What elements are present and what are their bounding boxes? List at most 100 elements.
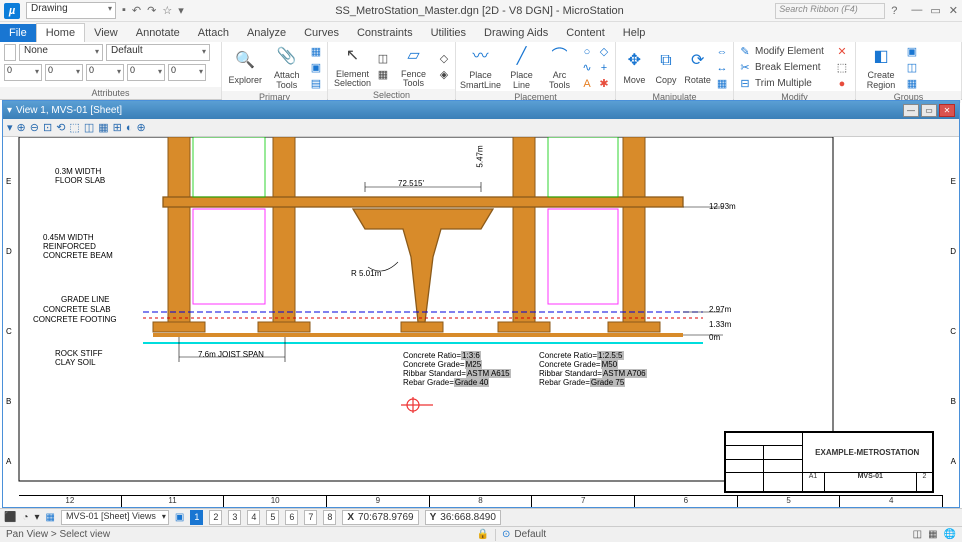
drawing-canvas[interactable]: E D C B A E D C B A 0.3M WIDTH FLOOR SLA… <box>3 137 959 507</box>
arc-button[interactable]: ⌒Arc Tools <box>542 45 577 90</box>
md3[interactable]: ● <box>835 76 849 91</box>
tab-drawingaids[interactable]: Drawing Aids <box>475 24 557 42</box>
attach-tools-button[interactable]: 📎Attach Tools <box>268 45 307 90</box>
mn3[interactable]: ▦ <box>715 76 729 91</box>
levels-button[interactable]: ▤ <box>309 76 323 91</box>
sb-ic1[interactable]: ◫ <box>913 529 922 540</box>
fence-tools-button[interactable]: ▱Fence Tools <box>393 44 434 89</box>
sr-icon4[interactable]: ▦ <box>46 512 55 523</box>
line-button[interactable]: ╱Place Line <box>504 45 539 90</box>
linestyle-dropdown[interactable]: 0 <box>45 64 83 81</box>
element-selection-button[interactable]: ↖Element Selection <box>332 44 373 89</box>
vt3[interactable]: ⊖ <box>30 121 39 134</box>
vt5[interactable]: ⟲ <box>56 121 65 134</box>
sel-tool4[interactable]: ◈ <box>437 67 451 82</box>
x-coord[interactable]: X70:678.9769 <box>342 510 418 525</box>
lock-icon[interactable]: 🔒 <box>477 529 489 540</box>
pl2[interactable]: ∿ <box>580 60 594 75</box>
sr-icon2[interactable]: ◔ <box>22 512 28 523</box>
explorer-button[interactable]: 🔍Explorer <box>226 50 265 85</box>
vt6[interactable]: ⬚ <box>69 121 79 134</box>
references-button[interactable]: ▣ <box>309 60 323 75</box>
pl3[interactable]: A <box>580 76 594 91</box>
move-button[interactable]: ✥Move <box>620 50 649 85</box>
tab-annotate[interactable]: Annotate <box>127 24 189 42</box>
vt8[interactable]: ▦ <box>98 121 108 134</box>
view1-button[interactable]: 1 <box>190 510 203 525</box>
tab-content[interactable]: Content <box>557 24 614 42</box>
active-level[interactable]: Default <box>514 529 546 540</box>
qat-undo-icon[interactable]: ↶ <box>132 4 141 17</box>
models-button[interactable]: ▦ <box>309 44 323 59</box>
tab-help[interactable]: Help <box>614 24 655 42</box>
tab-constraints[interactable]: Constraints <box>348 24 422 42</box>
sel-tool1[interactable]: ◫ <box>376 51 390 66</box>
modify-element-button[interactable]: ✎Modify Element <box>738 44 832 59</box>
rotate-button[interactable]: ⟳Rotate <box>683 50 712 85</box>
pl4[interactable]: ◇ <box>597 44 611 59</box>
vt10[interactable]: ◐ <box>126 122 133 134</box>
copy-button[interactable]: ⧉Copy <box>652 50 681 85</box>
tab-analyze[interactable]: Analyze <box>238 24 295 42</box>
trim-multiple-button[interactable]: ⊟Trim Multiple <box>738 76 832 91</box>
vt7[interactable]: ◫ <box>84 121 94 134</box>
layer-swatch[interactable] <box>4 44 16 61</box>
views-dropdown[interactable]: MVS-01 [Sheet] Views <box>61 510 169 525</box>
tab-curves[interactable]: Curves <box>295 24 348 42</box>
tab-utilities[interactable]: Utilities <box>422 24 475 42</box>
tab-home[interactable]: Home <box>36 23 85 42</box>
sr-icon5[interactable]: ▣ <box>175 512 184 523</box>
md1[interactable]: ✕ <box>835 44 849 59</box>
sb-ic2[interactable]: ▦ <box>928 529 937 540</box>
vt2[interactable]: ⊕ <box>17 121 26 134</box>
class-dropdown[interactable]: 0 <box>127 64 165 81</box>
color-dropdown[interactable]: 0 <box>86 64 124 81</box>
vt11[interactable]: ⊕ <box>137 121 146 134</box>
mn1[interactable]: ⇔ <box>715 44 729 59</box>
qat-redo-icon[interactable]: ↷ <box>147 4 156 17</box>
view7-button[interactable]: 7 <box>304 510 317 525</box>
snap-icon[interactable]: ⊙ <box>502 529 510 540</box>
pl1[interactable]: ○ <box>580 44 594 59</box>
sel-tool3[interactable]: ◇ <box>437 51 451 66</box>
smartline-button[interactable]: 〰Place SmartLine <box>460 45 501 90</box>
view3-button[interactable]: 3 <box>228 510 241 525</box>
create-region-button[interactable]: ◧Create Region <box>860 45 902 90</box>
view-close[interactable]: ✕ <box>939 104 955 117</box>
md2[interactable]: ⬚ <box>835 60 849 75</box>
gr1[interactable]: ▣ <box>905 44 919 59</box>
fill-dropdown[interactable]: 0 <box>168 64 206 81</box>
vt9[interactable]: ⊞ <box>113 121 122 134</box>
pl5[interactable]: + <box>597 60 611 75</box>
vt1[interactable]: ▾ <box>7 121 13 134</box>
gr2[interactable]: ◫ <box>905 60 919 75</box>
workflow-dropdown[interactable]: Drawing <box>26 2 116 19</box>
view-control-icon[interactable]: ▾ <box>7 105 12 116</box>
sr-icon1[interactable]: ⬛ <box>4 512 16 523</box>
maximize-icon[interactable]: ▭ <box>930 4 940 17</box>
ribbon-search[interactable]: Search Ribbon (F4) <box>775 3 885 19</box>
view2-button[interactable]: 2 <box>209 510 222 525</box>
tab-attach[interactable]: Attach <box>189 24 238 42</box>
view5-button[interactable]: 5 <box>266 510 279 525</box>
sr-icon3[interactable]: ▾ <box>35 512 40 523</box>
break-element-button[interactable]: ✂Break Element <box>738 60 832 75</box>
template-dropdown[interactable]: Default <box>106 44 210 61</box>
level-dropdown[interactable]: None <box>19 44 103 61</box>
lineweight-dropdown[interactable]: 0 <box>4 64 42 81</box>
sb-ic3[interactable]: 🌐 <box>944 529 956 540</box>
sel-tool2[interactable]: ▦ <box>376 67 390 82</box>
view8-button[interactable]: 8 <box>323 510 336 525</box>
y-coord[interactable]: Y36:668.8490 <box>425 510 501 525</box>
qat-star-icon[interactable]: ☆ <box>162 4 172 17</box>
minimize-icon[interactable]: — <box>911 4 922 17</box>
view-minimize[interactable]: — <box>903 104 919 117</box>
help-icon[interactable]: ? <box>891 5 897 17</box>
vt4[interactable]: ⊡ <box>43 121 52 134</box>
tab-view[interactable]: View <box>85 24 127 42</box>
pl6[interactable]: ✱ <box>597 76 611 91</box>
view-maximize[interactable]: ▭ <box>921 104 937 117</box>
view4-button[interactable]: 4 <box>247 510 260 525</box>
mn2[interactable]: ↔ <box>715 60 729 75</box>
view6-button[interactable]: 6 <box>285 510 298 525</box>
